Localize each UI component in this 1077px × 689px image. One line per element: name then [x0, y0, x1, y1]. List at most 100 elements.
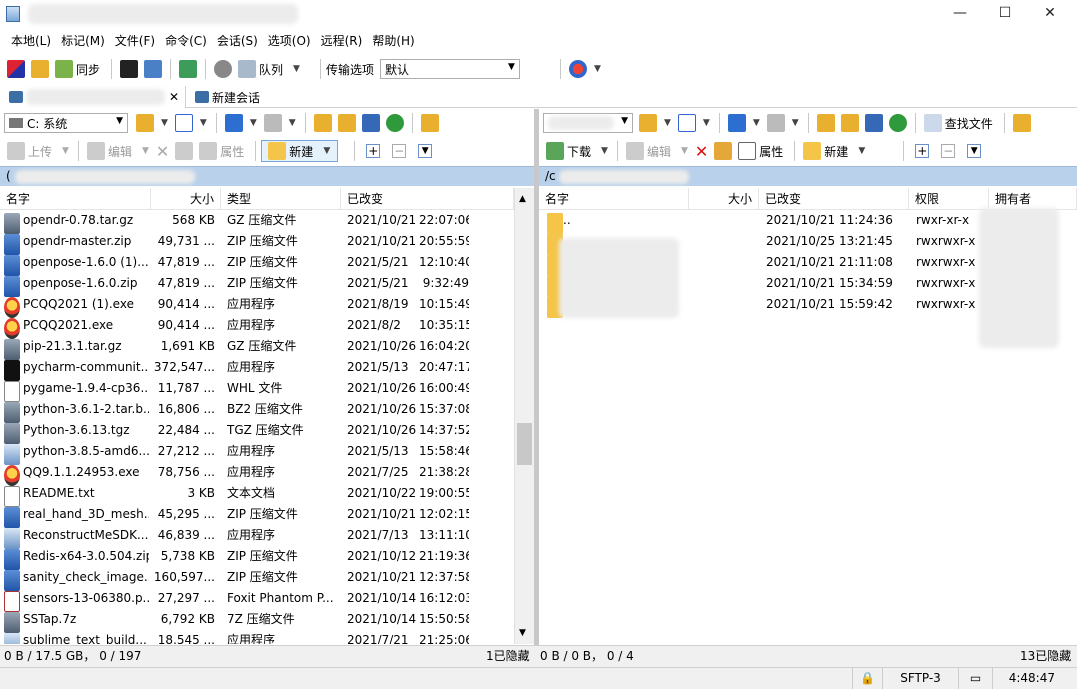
queue-icon[interactable] — [238, 60, 257, 78]
table-row[interactable]: PCQQ2021.exe 90,414 ... 应用程序 2021/8/2 10:35:… — [0, 315, 514, 339]
table-row[interactable]: QQ9.1.1.24953.exe 78,756 ... 应用程序 2021/7/25… — [0, 462, 514, 486]
refresh-icon[interactable] — [385, 114, 404, 132]
back-arrow-icon[interactable] — [727, 114, 746, 132]
table-row[interactable]: python-3.6.1-2.tar.b... 16,806 ... BZ2 压缩文… — [0, 399, 514, 423]
menu-command[interactable]: 命令(C) — [160, 30, 212, 52]
file-name: opendr-0.78.tar.gz — [23, 213, 134, 227]
properties-button[interactable]: 属性 — [759, 143, 783, 160]
parent-dir-icon[interactable] — [816, 114, 835, 132]
select-minus-icon: − — [392, 144, 407, 158]
drive-select[interactable]: C: 系统 ▼ — [4, 113, 128, 133]
table-row[interactable]: pycharm-communit... 372,547... 应用程序 2021/5/… — [0, 357, 514, 381]
home-icon[interactable] — [864, 114, 883, 132]
table-row[interactable]: sublime_text_build... 18,545 ... 应用程序 2021/… — [0, 630, 514, 644]
scroll-down-icon[interactable]: ▼ — [519, 628, 526, 638]
open-folder-icon[interactable] — [136, 114, 154, 132]
new-button[interactable]: 新建 ▼ — [261, 140, 339, 162]
table-row[interactable]: PCQQ2021 (1).exe 90,414 ... 应用程序 2021/8/19 1… — [0, 294, 514, 318]
menu-mark[interactable]: 标记(M) — [56, 30, 110, 52]
col-changed[interactable]: 已改变 — [759, 188, 909, 210]
filter-select-icon[interactable]: ▼ — [967, 144, 982, 158]
col-owner[interactable]: 拥有者 — [989, 188, 1077, 210]
col-size[interactable]: 大小 — [689, 188, 759, 210]
table-row[interactable]: Python-3.6.13.tgz 22,484 ... TGZ 压缩文件 2021/… — [0, 420, 514, 444]
rename-icon[interactable] — [714, 142, 733, 160]
table-row[interactable]: real_hand_3D_mesh... 45,295 ... ZIP 压缩文件 20… — [0, 504, 514, 528]
left-scrollbar[interactable]: ▲ ▼ — [514, 188, 534, 644]
menu-remote[interactable]: 远程(R) — [316, 30, 368, 52]
right-path-bar[interactable]: /c — [539, 166, 1077, 186]
table-row[interactable]: SSTap.7z 6,792 KB 7Z 压缩文件 2021/10/14 15:50:5… — [0, 609, 514, 633]
right-hidden-count[interactable]: 13已隐藏 — [1020, 646, 1071, 667]
filter-icon[interactable] — [174, 114, 193, 132]
new-button[interactable]: 新建 — [824, 143, 848, 160]
sync-icon[interactable] — [55, 60, 73, 78]
menu-options[interactable]: 选项(O) — [263, 30, 316, 52]
properties-icon[interactable] — [738, 142, 757, 160]
delete-icon[interactable]: ✕ — [695, 142, 708, 161]
left-path-bar[interactable]: ( — [0, 166, 534, 186]
menu-session[interactable]: 会话(S) — [212, 30, 263, 52]
app-icon — [6, 6, 20, 22]
table-row[interactable]: sanity_check_image... 160,597... ZIP 压缩文件 2… — [0, 567, 514, 591]
close-button[interactable]: ✕ — [1028, 2, 1072, 24]
filter-icon[interactable] — [677, 114, 696, 132]
table-row[interactable]: ReconstructMeSDK... 46,839 ... 应用程序 2021/7/… — [0, 525, 514, 549]
compare-icon[interactable] — [7, 60, 25, 78]
table-row[interactable]: opendr-master.zip 49,731 ... ZIP 压缩文件 2021/… — [0, 231, 514, 255]
scroll-thumb[interactable] — [517, 423, 532, 465]
table-row[interactable]: sensors-13-06380.p... 27,297 ... Foxit Pha… — [0, 588, 514, 612]
find-files-button[interactable]: 查找文件 — [945, 115, 993, 132]
global-sync-icon[interactable] — [568, 60, 587, 78]
table-row[interactable]: README.txt 3 KB 文本文档 2021/10/22 19:00:55 — [0, 483, 514, 507]
col-size[interactable]: 大小 — [151, 188, 221, 210]
menu-file[interactable]: 文件(F) — [110, 30, 160, 52]
home-icon[interactable] — [361, 114, 380, 132]
table-row[interactable]: pip-21.3.1.tar.gz 1,691 KB GZ 压缩文件 2021/10/… — [0, 336, 514, 360]
back-arrow-icon[interactable] — [224, 114, 243, 132]
tree-icon[interactable] — [1012, 114, 1031, 132]
col-type[interactable]: 类型 — [221, 188, 341, 210]
sync-browse-icon[interactable] — [31, 60, 49, 78]
col-name[interactable]: 名字 — [539, 188, 689, 210]
refresh-icon[interactable] — [888, 114, 907, 132]
file-time: 15:37:08 — [419, 402, 469, 416]
col-permissions[interactable]: 权限 — [909, 188, 989, 210]
find-files-icon[interactable] — [420, 114, 439, 132]
queue-dropdown-icon[interactable]: ▼ — [293, 64, 300, 74]
table-row[interactable]: openpose-1.6.0 (1).... 47,819 ... ZIP 压缩文件… — [0, 252, 514, 276]
table-row[interactable]: python-3.8.5-amd6... 27,212 ... 应用程序 2021/5… — [0, 441, 514, 465]
download-button[interactable]: 下载 — [567, 143, 591, 160]
parent-dir-icon[interactable] — [313, 114, 332, 132]
col-changed[interactable]: 已改变 — [341, 188, 514, 210]
tab-new-session[interactable]: 新建会话 — [186, 86, 266, 108]
root-dir-icon[interactable] — [337, 114, 356, 132]
col-name[interactable]: 名字 — [0, 188, 151, 210]
filter-select-icon[interactable]: ▼ — [418, 144, 433, 158]
select-plus-icon[interactable]: + — [915, 144, 930, 158]
scroll-up-icon[interactable]: ▲ — [519, 194, 526, 204]
table-row[interactable]: opendr-0.78.tar.gz 568 KB GZ 压缩文件 2021/10/2… — [0, 210, 514, 234]
chevron-down-icon[interactable]: ▼ — [594, 64, 601, 74]
menu-help[interactable]: 帮助(H) — [367, 30, 419, 52]
tab-current-session[interactable]: ✕ — [0, 86, 186, 108]
terminal-icon[interactable] — [120, 60, 139, 78]
remote-dir-select[interactable]: ▼ — [543, 113, 633, 133]
putty-icon[interactable] — [144, 60, 163, 78]
queue-button[interactable]: 队列 — [259, 61, 283, 78]
transfer-options-select[interactable]: 默认 ▼ — [379, 59, 520, 79]
table-row[interactable]: openpose-1.6.0.zip 47,819 ... ZIP 压缩文件 2021… — [0, 273, 514, 297]
select-plus-icon[interactable]: + — [366, 144, 381, 158]
maximize-button[interactable]: ☐ — [983, 2, 1027, 24]
open-folder-icon[interactable] — [639, 114, 657, 132]
root-dir-icon[interactable] — [840, 114, 859, 132]
close-icon[interactable]: ✕ — [169, 90, 179, 104]
minimize-button[interactable]: — — [938, 2, 982, 24]
sync-button[interactable]: 同步 — [76, 61, 100, 78]
left-hidden-count[interactable]: 1已隐藏 — [486, 646, 530, 667]
menu-local[interactable]: 本地(L) — [6, 30, 56, 52]
table-row[interactable]: pygame-1.9.4-cp36... 11,787 ... WHL 文件 2021… — [0, 378, 514, 402]
refresh-session-icon[interactable] — [179, 60, 198, 78]
table-row[interactable]: Redis-x64-3.0.504.zip 5,738 KB ZIP 压缩文件 202… — [0, 546, 514, 570]
gear-icon[interactable] — [214, 60, 233, 78]
